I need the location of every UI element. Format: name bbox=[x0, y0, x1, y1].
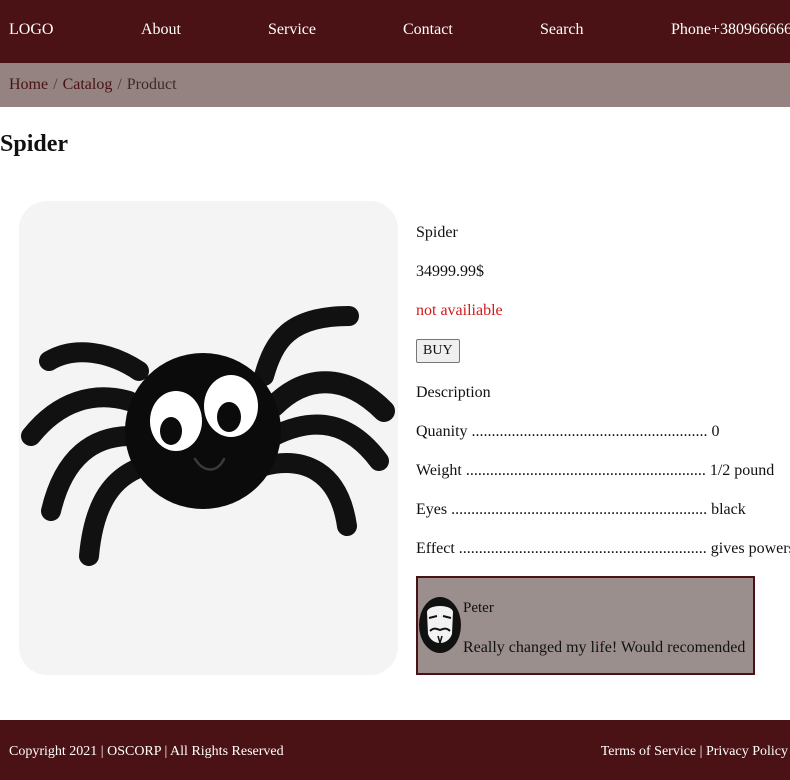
spec-value: 1/2 pound bbox=[709, 462, 775, 479]
nav-item-search[interactable]: Search bbox=[540, 21, 584, 39]
nav-phone[interactable]: Phone+3809666666 bbox=[671, 21, 790, 39]
top-navbar: LOGO About Service Contact Search Phone+… bbox=[0, 0, 790, 63]
breadcrumb-separator: / bbox=[53, 76, 58, 93]
breadcrumb-bar: Home / Catalog / Product bbox=[0, 63, 790, 107]
breadcrumb-catalog[interactable]: Catalog bbox=[63, 76, 113, 93]
spec-dots: ........................................… bbox=[451, 501, 708, 518]
spec-label: Weight bbox=[416, 462, 462, 479]
footer-links: Terms of Service | Privacy Policy bbox=[601, 744, 788, 760]
spec-dots: ........................................… bbox=[458, 540, 707, 557]
description-heading: Description bbox=[416, 384, 491, 401]
spec-label: Quanity bbox=[416, 423, 468, 440]
spec-dots: ........................................… bbox=[471, 423, 708, 440]
spec-value: black bbox=[711, 501, 746, 518]
spec-value: 0 bbox=[711, 423, 720, 440]
logo[interactable]: LOGO bbox=[9, 21, 53, 39]
nav-item-contact[interactable]: Contact bbox=[403, 21, 453, 39]
spec-row-eyes: Eyes ...................................… bbox=[416, 501, 746, 519]
review-text: Really changed my life! Would recomended bbox=[463, 639, 746, 656]
breadcrumb-home[interactable]: Home bbox=[9, 76, 48, 93]
breadcrumb-separator: / bbox=[117, 76, 122, 93]
spider-illustration-icon bbox=[21, 306, 395, 566]
breadcrumb-current: Product bbox=[126, 76, 177, 93]
terms-of-service-link[interactable]: Terms of Service bbox=[601, 744, 696, 759]
spec-dots: ........................................… bbox=[465, 462, 706, 479]
product-name: Spider bbox=[416, 224, 458, 241]
spec-label: Eyes bbox=[416, 501, 448, 518]
buy-button[interactable]: BUY bbox=[416, 339, 460, 363]
spec-label: Effect bbox=[416, 540, 455, 557]
availability-status: not availiable bbox=[416, 302, 503, 319]
review-author: Peter bbox=[463, 600, 494, 616]
footer-copyright: Copyright 2021 | OSCORP | All Rights Res… bbox=[9, 744, 284, 759]
product-price: 34999.99$ bbox=[416, 263, 484, 280]
footer-link-separator: | bbox=[699, 744, 703, 759]
spec-row-effect: Effect .................................… bbox=[416, 540, 790, 558]
spec-row-quantity: Quanity ................................… bbox=[416, 423, 720, 441]
guy-fawkes-mask-avatar-icon bbox=[419, 597, 461, 653]
nav-item-about[interactable]: About bbox=[141, 21, 181, 39]
privacy-policy-link[interactable]: Privacy Policy bbox=[706, 744, 788, 759]
page-title: Spider bbox=[0, 131, 69, 157]
review-card: Peter Really changed my life! Would reco… bbox=[416, 576, 755, 675]
breadcrumb: Home / Catalog / Product bbox=[9, 76, 177, 94]
spec-row-weight: Weight .................................… bbox=[416, 462, 774, 480]
product-image-card bbox=[19, 201, 398, 675]
spec-value: gives powers bbox=[710, 540, 790, 557]
footer: Copyright 2021 | OSCORP | All Rights Res… bbox=[0, 720, 790, 780]
nav-item-service[interactable]: Service bbox=[268, 21, 316, 39]
